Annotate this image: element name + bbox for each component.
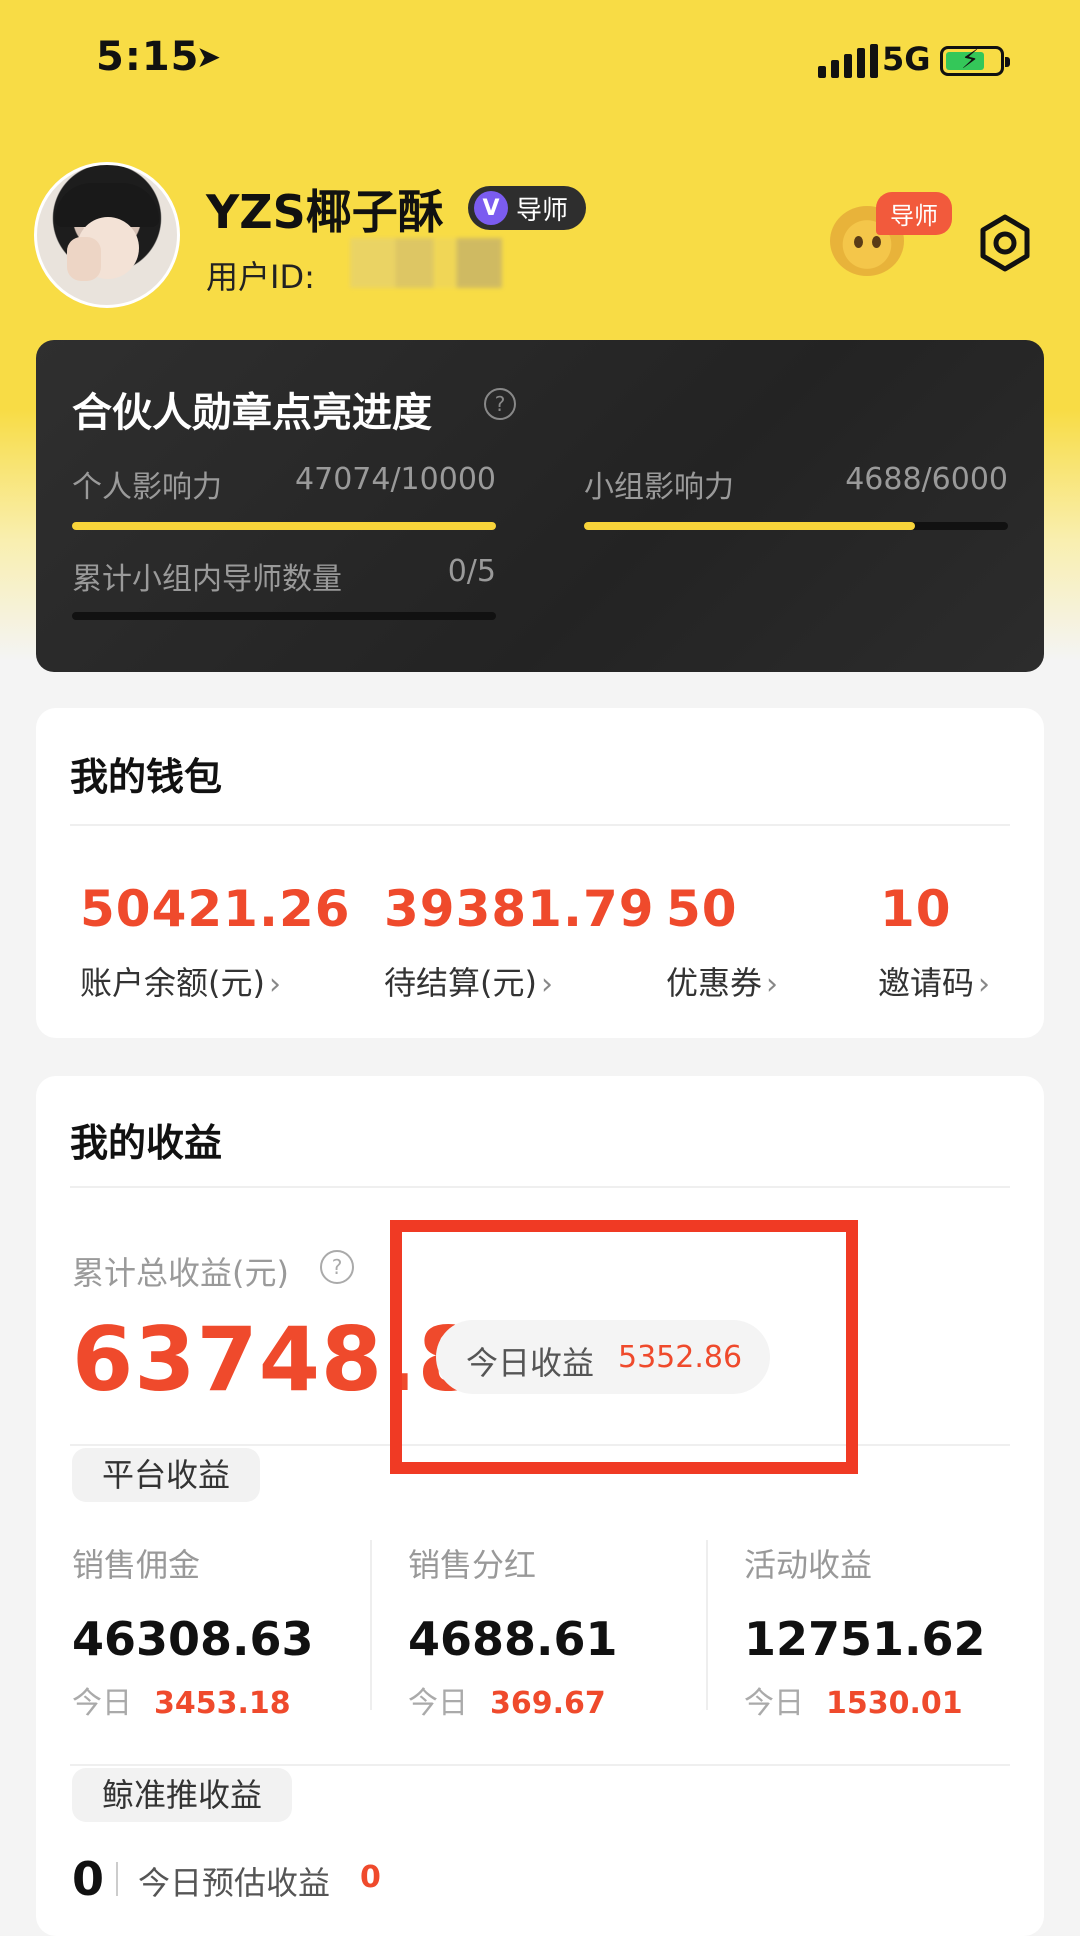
income-title: 我的收益 xyxy=(70,1121,223,1165)
sales-dividend-value: 4688.61 xyxy=(408,1612,618,1666)
tutor-badge[interactable]: V 导师 xyxy=(468,186,587,230)
chevron-right-icon: › xyxy=(268,967,281,1002)
partner-title: 合伙人勋章点亮进度 xyxy=(72,390,432,436)
coupon-link[interactable]: 优惠券 › xyxy=(666,958,778,1004)
chevron-right-icon: › xyxy=(766,967,779,1002)
jingzhuntui-income-tag: 鲸准推收益 xyxy=(72,1768,293,1822)
platform-income-tag: 平台收益 xyxy=(72,1448,261,1502)
sales-commission-today: 3453.18 xyxy=(154,1686,291,1721)
group-influence-label: 小组影响力 xyxy=(584,470,734,505)
divider xyxy=(70,824,1010,826)
avatar[interactable] xyxy=(34,162,180,308)
partner-progress-card[interactable]: 合伙人勋章点亮进度 ? 个人影响力 47074/10000 小组影响力 4688… xyxy=(36,340,1044,672)
status-time: 5:15 xyxy=(96,34,200,80)
verified-v-icon: V xyxy=(474,191,508,225)
personal-influence-fill xyxy=(72,522,496,530)
estimated-today-value: 0 xyxy=(360,1860,381,1895)
personal-influence-bar xyxy=(72,522,496,530)
activity-income-title: 活动收益 xyxy=(744,1546,873,1584)
divider xyxy=(70,1764,1010,1766)
group-influence-bar xyxy=(584,522,1008,530)
group-influence-fill xyxy=(584,522,916,530)
sales-commission-value: 46308.63 xyxy=(72,1612,314,1666)
tutor-badge-label: 导师 xyxy=(516,195,569,226)
personal-influence-value: 47074/10000 xyxy=(295,462,496,497)
user-id-label: 用户ID: xyxy=(206,258,315,296)
settings-gear-icon[interactable] xyxy=(976,214,1034,272)
username: YZS椰子酥 xyxy=(206,185,444,239)
signal-icon xyxy=(818,44,878,78)
today-label: 今日 xyxy=(72,1686,132,1721)
chevron-right-icon: › xyxy=(978,967,991,1002)
network-type: 5G xyxy=(882,40,931,78)
account-balance-label: 账户余额(元) xyxy=(80,964,265,1002)
today-label: 今日 xyxy=(408,1686,468,1721)
estimated-today-label: 今日预估收益 xyxy=(138,1864,331,1902)
account-balance-link[interactable]: 账户余额(元) › xyxy=(80,958,281,1004)
status-bar: 5:15 ➤ 5G ⚡ xyxy=(0,0,1080,120)
personal-influence-label: 个人影响力 xyxy=(72,470,222,505)
highlight-annotation-box xyxy=(390,1220,858,1474)
pending-settlement-link[interactable]: 待结算(元) › xyxy=(384,958,553,1004)
column-divider xyxy=(706,1540,708,1710)
activity-income-value: 12751.62 xyxy=(744,1612,986,1666)
sales-commission-title: 销售佣金 xyxy=(72,1546,201,1584)
user-id-redacted xyxy=(350,238,502,288)
chevron-right-icon: › xyxy=(540,967,553,1002)
battery-charging-icon: ⚡ xyxy=(940,45,1010,76)
pending-settlement-label: 待结算(元) xyxy=(384,964,537,1002)
location-arrow-icon: ➤ xyxy=(196,40,222,75)
coupon-value[interactable]: 50 xyxy=(666,880,738,938)
account-balance-value[interactable]: 50421.26 xyxy=(80,880,351,938)
sales-commission-column[interactable]: 销售佣金 46308.63 今日 3453.18 xyxy=(72,1540,314,1722)
today-label: 今日 xyxy=(744,1686,804,1721)
mentor-count-label: 累计小组内导师数量 xyxy=(72,562,342,597)
help-icon[interactable]: ? xyxy=(320,1250,354,1284)
mentor-tag: 导师 xyxy=(876,192,952,235)
pending-settlement-value[interactable]: 39381.79 xyxy=(384,880,655,938)
invite-code-label: 邀请码 xyxy=(878,964,975,1002)
activity-income-today: 1530.01 xyxy=(826,1686,963,1721)
help-icon[interactable]: ? xyxy=(484,388,516,420)
divider xyxy=(116,1862,118,1896)
group-influence-value: 4688/6000 xyxy=(845,462,1008,497)
jingzhuntui-income-value: 0 xyxy=(72,1852,105,1906)
mentor-count-bar xyxy=(72,612,496,620)
coupon-label: 优惠券 xyxy=(666,964,763,1002)
column-divider xyxy=(370,1540,372,1710)
mentor-count-value: 0/5 xyxy=(447,554,496,589)
invite-code-value[interactable]: 10 xyxy=(880,880,952,938)
invite-code-link[interactable]: 邀请码 › xyxy=(878,958,990,1004)
divider xyxy=(70,1186,1010,1188)
activity-income-column[interactable]: 活动收益 12751.62 今日 1530.01 xyxy=(744,1540,986,1722)
sales-dividend-today: 369.67 xyxy=(490,1686,606,1721)
sales-dividend-column[interactable]: 销售分红 4688.61 今日 369.67 xyxy=(408,1540,618,1722)
wallet-title: 我的钱包 xyxy=(70,755,223,799)
sales-dividend-title: 销售分红 xyxy=(408,1546,537,1584)
total-income-label: 累计总收益(元) xyxy=(72,1254,289,1292)
